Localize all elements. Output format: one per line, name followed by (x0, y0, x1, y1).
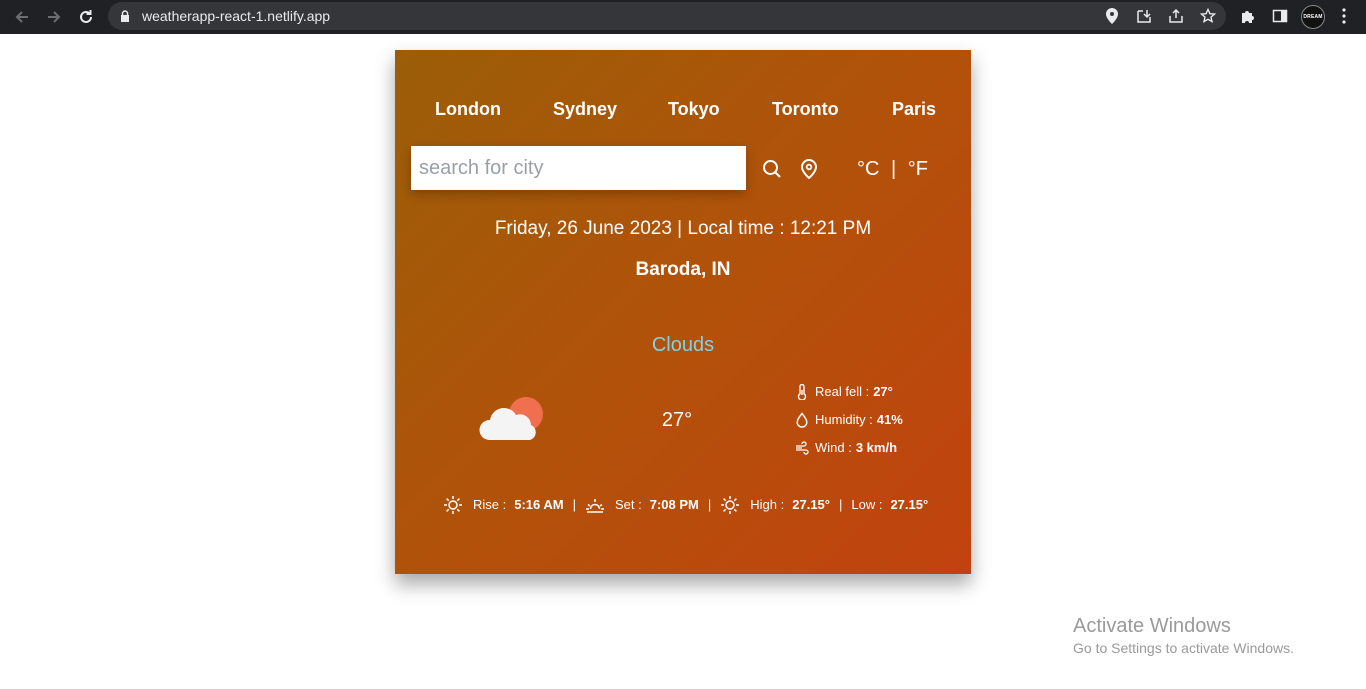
install-icon (1137, 10, 1151, 23)
location-title: Baroda, IN (635, 259, 731, 280)
forward-button[interactable] (42, 5, 66, 29)
sunset-label: Set : (615, 497, 642, 512)
search-button[interactable] (761, 158, 783, 180)
extensions-button[interactable] (1238, 6, 1258, 26)
activate-windows-title: Activate Windows (1073, 615, 1231, 637)
arrow-right-icon (48, 11, 61, 23)
sunrise-label: Rise : (473, 497, 507, 512)
side-panel-icon (1272, 9, 1288, 23)
arrow-left-icon (15, 11, 28, 23)
city-link-london[interactable]: London (435, 98, 501, 120)
separator: | (707, 497, 712, 512)
share-button[interactable] (1167, 7, 1185, 25)
puzzle-icon (1242, 11, 1254, 23)
activate-windows-subtitle: Go to Settings to activate Windows. (1073, 640, 1294, 656)
separator: | (572, 497, 576, 512)
share-icon (1169, 8, 1183, 23)
profile-avatar[interactable]: DREAM (1301, 5, 1325, 29)
url-text: weatherapp-react-1.netlify.app (142, 8, 331, 24)
back-button[interactable] (10, 5, 34, 29)
city-link-tokyo[interactable]: Tokyo (668, 98, 720, 120)
wind-icon (795, 440, 809, 456)
weather-card: London Sydney Tokyo Toronto Paris °C | °… (395, 50, 971, 574)
fahrenheit-button[interactable]: °F (908, 158, 928, 180)
sun-temperature-row: Rise : 5:16 AM | Set : 7:08 PM | High : … (443, 494, 928, 516)
star-icon (1200, 8, 1216, 23)
sunrise-value: 5:16 AM (514, 497, 564, 512)
city-link-sydney[interactable]: Sydney (553, 98, 617, 120)
real-feel-row: Real fell :27° (795, 382, 893, 402)
thermometer-icon (795, 384, 809, 400)
city-link-toronto[interactable]: Toronto (772, 98, 839, 120)
humidity-row: Humidity :41% (795, 410, 903, 430)
date-time: Friday, 26 June 2023 | Local time : 12:2… (494, 218, 872, 239)
browser-toolbar: weatherapp-react-1.netlify.app DREAM (0, 0, 1366, 34)
map-pin-icon (1106, 8, 1118, 24)
high-value: 27.15° (792, 497, 830, 512)
droplet-icon (795, 412, 809, 428)
unit-separator: | (891, 158, 897, 180)
sunset-value: 7:08 PM (649, 497, 699, 512)
sunset-icon (585, 495, 605, 515)
high-label: High : (750, 497, 785, 512)
side-panel-button[interactable] (1270, 6, 1290, 26)
reload-icon (80, 10, 92, 23)
install-app-button[interactable] (1135, 7, 1153, 25)
low-label: Low : (851, 497, 883, 512)
current-location-button[interactable] (798, 158, 820, 180)
location-permission-button[interactable] (1103, 7, 1121, 25)
weather-condition: Clouds (651, 334, 715, 356)
temperature: 27° (661, 409, 693, 431)
low-value: 27.15° (890, 497, 929, 512)
city-link-paris[interactable]: Paris (892, 98, 936, 120)
unit-toggle: °C | °F (857, 158, 928, 180)
cloud-sun-icon (479, 397, 543, 440)
lock-icon (121, 10, 129, 22)
location-pin-icon (801, 159, 817, 179)
sun-icon (720, 495, 740, 515)
celsius-button[interactable]: °C (857, 158, 879, 180)
browser-menu-button[interactable] (1334, 6, 1354, 26)
reload-button[interactable] (74, 5, 98, 29)
address-bar[interactable]: weatherapp-react-1.netlify.app (108, 2, 1226, 30)
city-search-input[interactable] (411, 146, 746, 190)
bookmark-button[interactable] (1199, 7, 1217, 25)
kebab-menu-icon (1342, 8, 1346, 24)
separator: | (838, 497, 843, 512)
sunrise-icon (443, 495, 463, 515)
wind-row: Wind :3 km/h (795, 438, 897, 458)
search-icon (763, 160, 781, 178)
